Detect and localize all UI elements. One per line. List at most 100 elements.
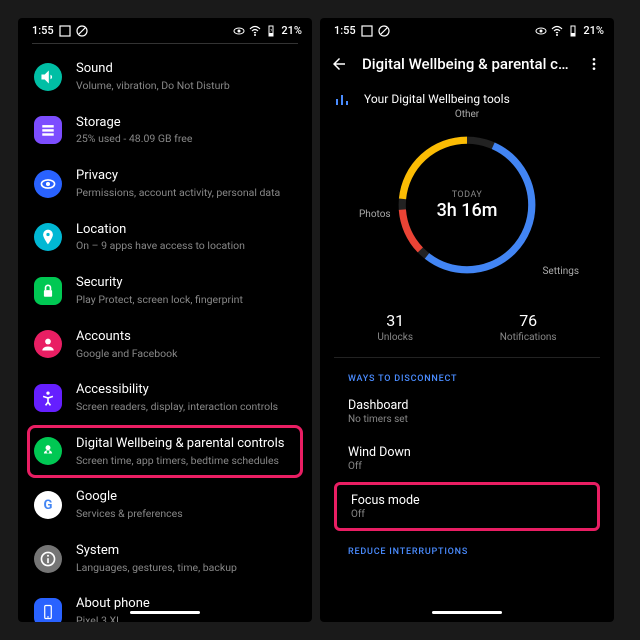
settings-item-lock[interactable]: SecurityPlay Protect, screen lock, finge… [30,264,300,318]
settings-item-title: System [76,543,296,560]
settings-item-text: SystemLanguages, gestures, time, backup [76,543,296,575]
info-icon [34,545,62,573]
settings-item-title: Sound [76,61,296,78]
screen-time-chart[interactable]: TODAY 3h 16m Other Photos Settings [377,115,557,295]
account-icon [34,330,62,358]
settings-item-title: Location [76,222,296,239]
notifs-label: Notifications [500,332,557,343]
chart-label-settings: Settings [542,266,579,277]
tools-label: Your Digital Wellbeing tools [364,92,510,106]
settings-item-subtitle: Permissions, account activity, personal … [76,186,296,200]
settings-item-account[interactable]: AccountsGoogle and Facebook [30,318,300,372]
battery-icon [567,25,579,37]
wellbeing-item-dashboard[interactable]: DashboardNo timers set [320,388,614,435]
settings-item-subtitle: Screen readers, display, interaction con… [76,400,296,414]
page-title: Digital Wellbeing & parental c… [362,55,572,73]
storage-icon [34,116,62,144]
chart-today-label: TODAY [452,190,483,200]
stat-unlocks[interactable]: 31 Unlocks [377,311,413,343]
settings-item-a11y[interactable]: AccessibilityScreen readers, display, in… [30,371,300,425]
pin-icon [34,223,62,251]
phone-left-settings: 1:55 21% SoundVolume, vibration, Do Not … [18,18,312,622]
settings-item-text: AccessibilityScreen readers, display, in… [76,382,296,414]
nav-bar-handle[interactable] [130,611,200,614]
wellbeing-item-subtitle: No timers set [348,414,586,425]
settings-item-text: SecurityPlay Protect, screen lock, finge… [76,275,296,307]
settings-item-text: AccountsGoogle and Facebook [76,329,296,361]
stat-notifications[interactable]: 76 Notifications [500,311,557,343]
settings-item-subtitle: Languages, gestures, time, backup [76,561,296,575]
wellbeing-item-title: Focus mode [351,493,583,508]
settings-item-text: LocationOn – 9 apps have access to locat… [76,222,296,254]
nav-bar-handle[interactable] [432,611,502,614]
more-icon[interactable] [586,56,602,72]
wifi-icon [249,25,261,37]
g-icon: G [34,491,62,519]
status-bar: 1:55 21% [320,18,614,43]
settings-item-title: Accounts [76,329,296,346]
settings-item-pin[interactable]: LocationOn – 9 apps have access to locat… [30,211,300,265]
dnd-icon [378,25,390,37]
settings-item-subtitle: Play Protect, screen lock, fingerprint [76,293,296,307]
lock-icon [34,277,62,305]
chart-time-value: 3h 16m [437,200,498,221]
wellbeing-items: DashboardNo timers setWind DownOffFocus … [320,388,614,531]
settings-item-subtitle: Screen time, app timers, bedtime schedul… [76,454,296,468]
settings-item-volume[interactable]: SoundVolume, vibration, Do Not Disturb [30,50,300,104]
settings-item-eye[interactable]: PrivacyPermissions, account activity, pe… [30,157,300,211]
settings-item-subtitle: Pixel 3 XL [76,614,296,622]
status-time: 1:55 [32,24,54,37]
settings-item-title: Digital Wellbeing & parental controls [76,436,296,453]
back-icon[interactable] [330,55,348,73]
battery-icon [265,25,277,37]
eye-icon [34,170,62,198]
heart-icon [34,437,62,465]
svg-text:G: G [44,498,53,513]
settings-item-text: SoundVolume, vibration, Do Not Disturb [76,61,296,93]
a11y-icon [34,384,62,412]
settings-item-g[interactable]: G GoogleServices & preferences [30,478,300,532]
volume-icon [34,63,62,91]
settings-item-text: GoogleServices & preferences [76,489,296,521]
settings-item-text: Digital Wellbeing & parental controlsScr… [76,436,296,468]
battery-percent: 21% [583,24,604,37]
settings-item-title: Storage [76,115,296,132]
phone-icon [34,598,62,622]
settings-item-heart[interactable]: Digital Wellbeing & parental controlsScr… [27,425,303,479]
notifs-count: 76 [500,311,557,330]
settings-item-subtitle: 25% used - 48.09 GB free [76,132,296,146]
wellbeing-item-subtitle: Off [348,461,586,472]
battery-percent: 21% [281,24,302,37]
settings-item-subtitle: Google and Facebook [76,347,296,361]
eye-icon [233,25,245,37]
screenshot-icon [59,25,71,37]
screenshot-icon [361,25,373,37]
chart-icon [334,91,350,107]
settings-list: SoundVolume, vibration, Do Not Disturb St… [18,44,312,622]
status-time: 1:55 [334,24,356,37]
settings-item-storage[interactable]: Storage25% used - 48.09 GB free [30,104,300,158]
settings-item-title: Accessibility [76,382,296,399]
wellbeing-item-focus-mode[interactable]: Focus modeOff [334,482,600,531]
settings-item-subtitle: Services & preferences [76,507,296,521]
settings-item-text: PrivacyPermissions, account activity, pe… [76,168,296,200]
settings-item-subtitle: On – 9 apps have access to location [76,239,296,253]
settings-item-phone[interactable]: About phonePixel 3 XL [30,585,300,622]
settings-item-info[interactable]: SystemLanguages, gestures, time, backup [30,532,300,586]
unlocks-count: 31 [377,311,413,330]
wellbeing-item-subtitle: Off [351,509,583,520]
wellbeing-item-title: Dashboard [348,398,586,413]
settings-item-title: Google [76,489,296,506]
status-bar: 1:55 21% [18,18,312,43]
app-bar: Digital Wellbeing & parental c… [320,43,614,85]
chart-label-other: Other [455,109,479,120]
settings-item-subtitle: Volume, vibration, Do Not Disturb [76,79,296,93]
wellbeing-item-title: Wind Down [348,445,586,460]
wellbeing-item-wind-down[interactable]: Wind DownOff [320,435,614,482]
reduce-interruptions-header: REDUCE INTERRUPTIONS [320,531,614,561]
dnd-icon [76,25,88,37]
settings-item-text: Storage25% used - 48.09 GB free [76,115,296,147]
phone-right-wellbeing: 1:55 21% Digital Wellbeing & parental c…… [320,18,614,622]
settings-item-title: Security [76,275,296,292]
stats-row: 31 Unlocks 76 Notifications [334,303,600,358]
